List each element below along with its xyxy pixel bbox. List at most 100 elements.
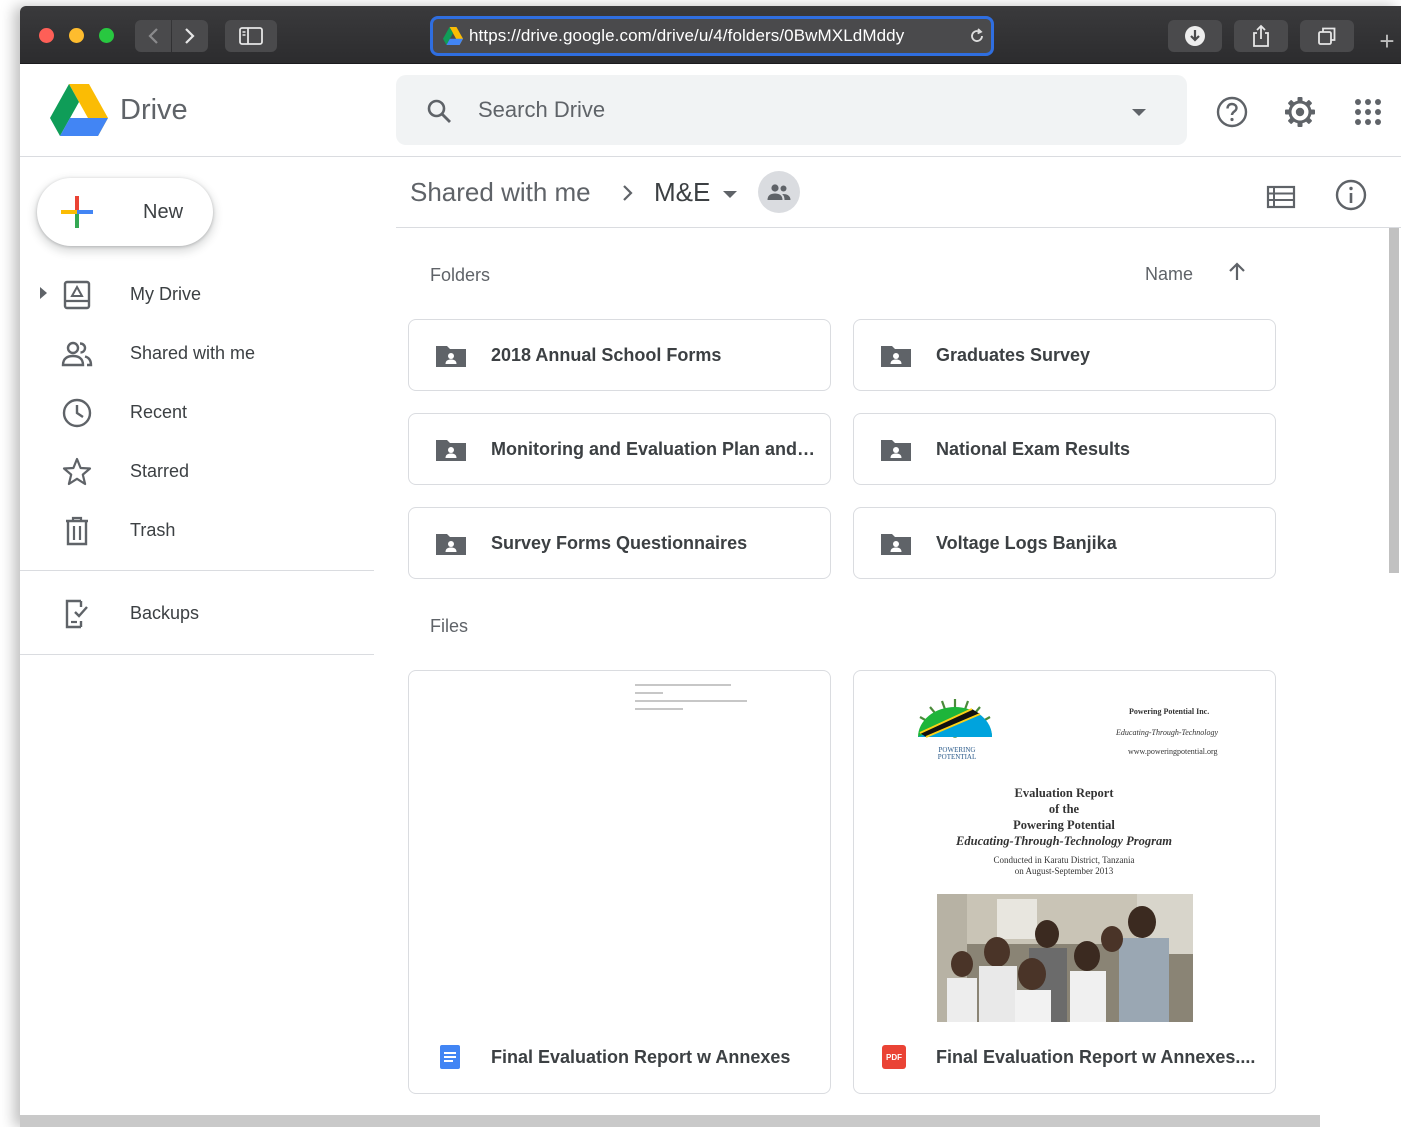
new-button[interactable]: New: [37, 178, 213, 246]
pdf-org-line: Educating-Through-Technology: [1116, 728, 1219, 737]
folder-name: National Exam Results: [936, 439, 1131, 459]
folder-name: Survey Forms Questionnaires: [491, 533, 748, 553]
file-card[interactable]: POWERING POTENTIAL Powering Potential In…: [853, 670, 1276, 1094]
folder-card[interactable]: Survey Forms Questionnaires: [408, 507, 831, 579]
sidebar-item-label: Backups: [130, 603, 200, 623]
breadcrumb-current-folder[interactable]: M&E: [654, 177, 710, 208]
pdf-org-line: www.poweringpotential.org: [1128, 747, 1218, 756]
folder-card[interactable]: Graduates Survey: [853, 319, 1276, 391]
address-bar[interactable]: https://drive.google.com/drive/u/4/folde…: [430, 16, 994, 56]
shared-folder-icon: [436, 534, 466, 555]
pdf-title-line: of the: [1048, 802, 1080, 816]
zoom-window-button[interactable]: [99, 28, 114, 43]
folder-card[interactable]: National Exam Results: [853, 413, 1276, 485]
shared-folder-icon: [436, 346, 466, 367]
folder-name: Monitoring and Evaluation Plan and ...: [491, 439, 816, 459]
new-tab-button[interactable]: +: [1372, 28, 1401, 58]
folder-card[interactable]: Voltage Logs Banjika: [853, 507, 1276, 579]
close-window-button[interactable]: [39, 28, 54, 43]
settings-gear-icon[interactable]: [1283, 95, 1317, 129]
expand-arrow-icon[interactable]: [40, 287, 47, 299]
list-view-icon[interactable]: [1265, 181, 1297, 213]
people-icon: [61, 341, 93, 367]
search-options-icon[interactable]: [1132, 109, 1146, 116]
file-card[interactable]: Final Evaluation Report w Annexes: [408, 670, 831, 1094]
files-section-title: Files: [430, 616, 469, 636]
arrow-up-icon[interactable]: [1225, 260, 1249, 284]
shared-folder-badge[interactable]: [758, 171, 800, 213]
doc-text-line: [635, 700, 747, 702]
breadcrumb-shared-with-me[interactable]: Shared with me: [410, 177, 591, 208]
pdf-subtitle-line: on August-September 2013: [1014, 866, 1114, 876]
folders-section-title: Folders: [430, 265, 491, 285]
doc-text-line: [635, 692, 663, 694]
forward-button[interactable]: [172, 20, 208, 52]
show-tabs-button[interactable]: [1300, 20, 1354, 52]
search-icon[interactable]: [426, 98, 452, 124]
file-name: Final Evaluation Report w Annexes: [491, 1047, 791, 1067]
folder-name: 2018 Annual School Forms: [491, 345, 722, 365]
browser-window: https://drive.google.com/drive/u/4/folde…: [20, 6, 1401, 1127]
doc-text-line: [635, 684, 731, 686]
star-icon: [62, 457, 92, 486]
folder-card[interactable]: 2018 Annual School Forms: [408, 319, 831, 391]
sidebar-divider: [20, 570, 374, 571]
pdf-title-block: Evaluation Report of the Powering Potent…: [914, 785, 1214, 877]
google-doc-icon: [440, 1045, 460, 1069]
pdf-title-line: Evaluation Report: [1014, 786, 1114, 800]
url-text: https://drive.google.com/drive/u/4/folde…: [469, 26, 905, 45]
search-bar[interactable]: [396, 75, 1187, 145]
pdf-file-icon: PDF: [882, 1045, 906, 1069]
horizontal-scrollbar[interactable]: [20, 1115, 1320, 1127]
file-name: Final Evaluation Report w Annexes....: [936, 1047, 1256, 1067]
shared-folder-icon: [881, 346, 911, 367]
info-icon[interactable]: [1334, 178, 1368, 212]
pdf-logo-text: POWERING POTENTIAL: [937, 746, 977, 761]
chevron-right-icon: [623, 185, 633, 201]
sidebar-icon: [239, 27, 263, 45]
sidebar-item-label: Shared with me: [130, 343, 256, 363]
people-icon: [767, 184, 791, 200]
sidebar-item-my-drive[interactable]: My Drive: [20, 268, 374, 320]
sun-flag-logo-icon: [918, 699, 993, 738]
shared-folder-icon: [436, 440, 466, 461]
apps-grid-icon[interactable]: [1351, 95, 1385, 129]
clock-icon: [62, 398, 92, 428]
sidebar-item-label: My Drive: [130, 284, 201, 304]
drive-logo-icon[interactable]: [50, 84, 108, 136]
folder-name: Graduates Survey: [936, 345, 1091, 365]
toolbar-divider: [396, 227, 1401, 228]
minimize-window-button[interactable]: [69, 28, 84, 43]
pdf-title-line: Educating-Through-Technology Program: [956, 834, 1172, 848]
folder-card[interactable]: Monitoring and Evaluation Plan and ...: [408, 413, 831, 485]
students-photo-image: [937, 894, 1193, 1022]
sidebar-toggle-button[interactable]: [225, 20, 277, 52]
browser-titlebar: https://drive.google.com/drive/u/4/folde…: [20, 6, 1401, 64]
sidebar-item-shared-with-me[interactable]: Shared with me: [20, 327, 374, 379]
shared-folder-icon: [881, 534, 911, 555]
chevron-left-icon: [148, 28, 158, 44]
tabs-icon: [1318, 27, 1336, 45]
sidebar-item-backups[interactable]: Backups: [20, 587, 374, 639]
reload-icon[interactable]: [963, 27, 991, 45]
new-button-label: New: [143, 201, 184, 223]
chevron-right-icon: [185, 28, 195, 44]
help-icon[interactable]: [1215, 95, 1249, 129]
sort-by-name-button[interactable]: Name: [1145, 264, 1193, 285]
shared-folder-icon: [881, 440, 911, 461]
sidebar-item-label: Starred: [130, 461, 190, 481]
sidebar-item-recent[interactable]: Recent: [20, 386, 374, 438]
pdf-subtitle-line: Conducted in Karatu District, Tanzania: [993, 855, 1135, 865]
share-icon: [1253, 24, 1269, 47]
drive-header: Drive: [20, 64, 1401, 157]
sidebar-item-trash[interactable]: Trash: [20, 504, 374, 556]
search-input[interactable]: [478, 91, 1098, 129]
sidebar-item-starred[interactable]: Starred: [20, 445, 374, 497]
downloads-button[interactable]: [1168, 20, 1222, 52]
vertical-scrollbar[interactable]: [1389, 228, 1399, 573]
folder-menu-caret-icon[interactable]: [723, 191, 737, 198]
brand-name[interactable]: Drive: [120, 94, 188, 127]
doc-thumbnail: [409, 671, 830, 1023]
share-button[interactable]: [1234, 20, 1288, 52]
back-button[interactable]: [135, 20, 171, 52]
